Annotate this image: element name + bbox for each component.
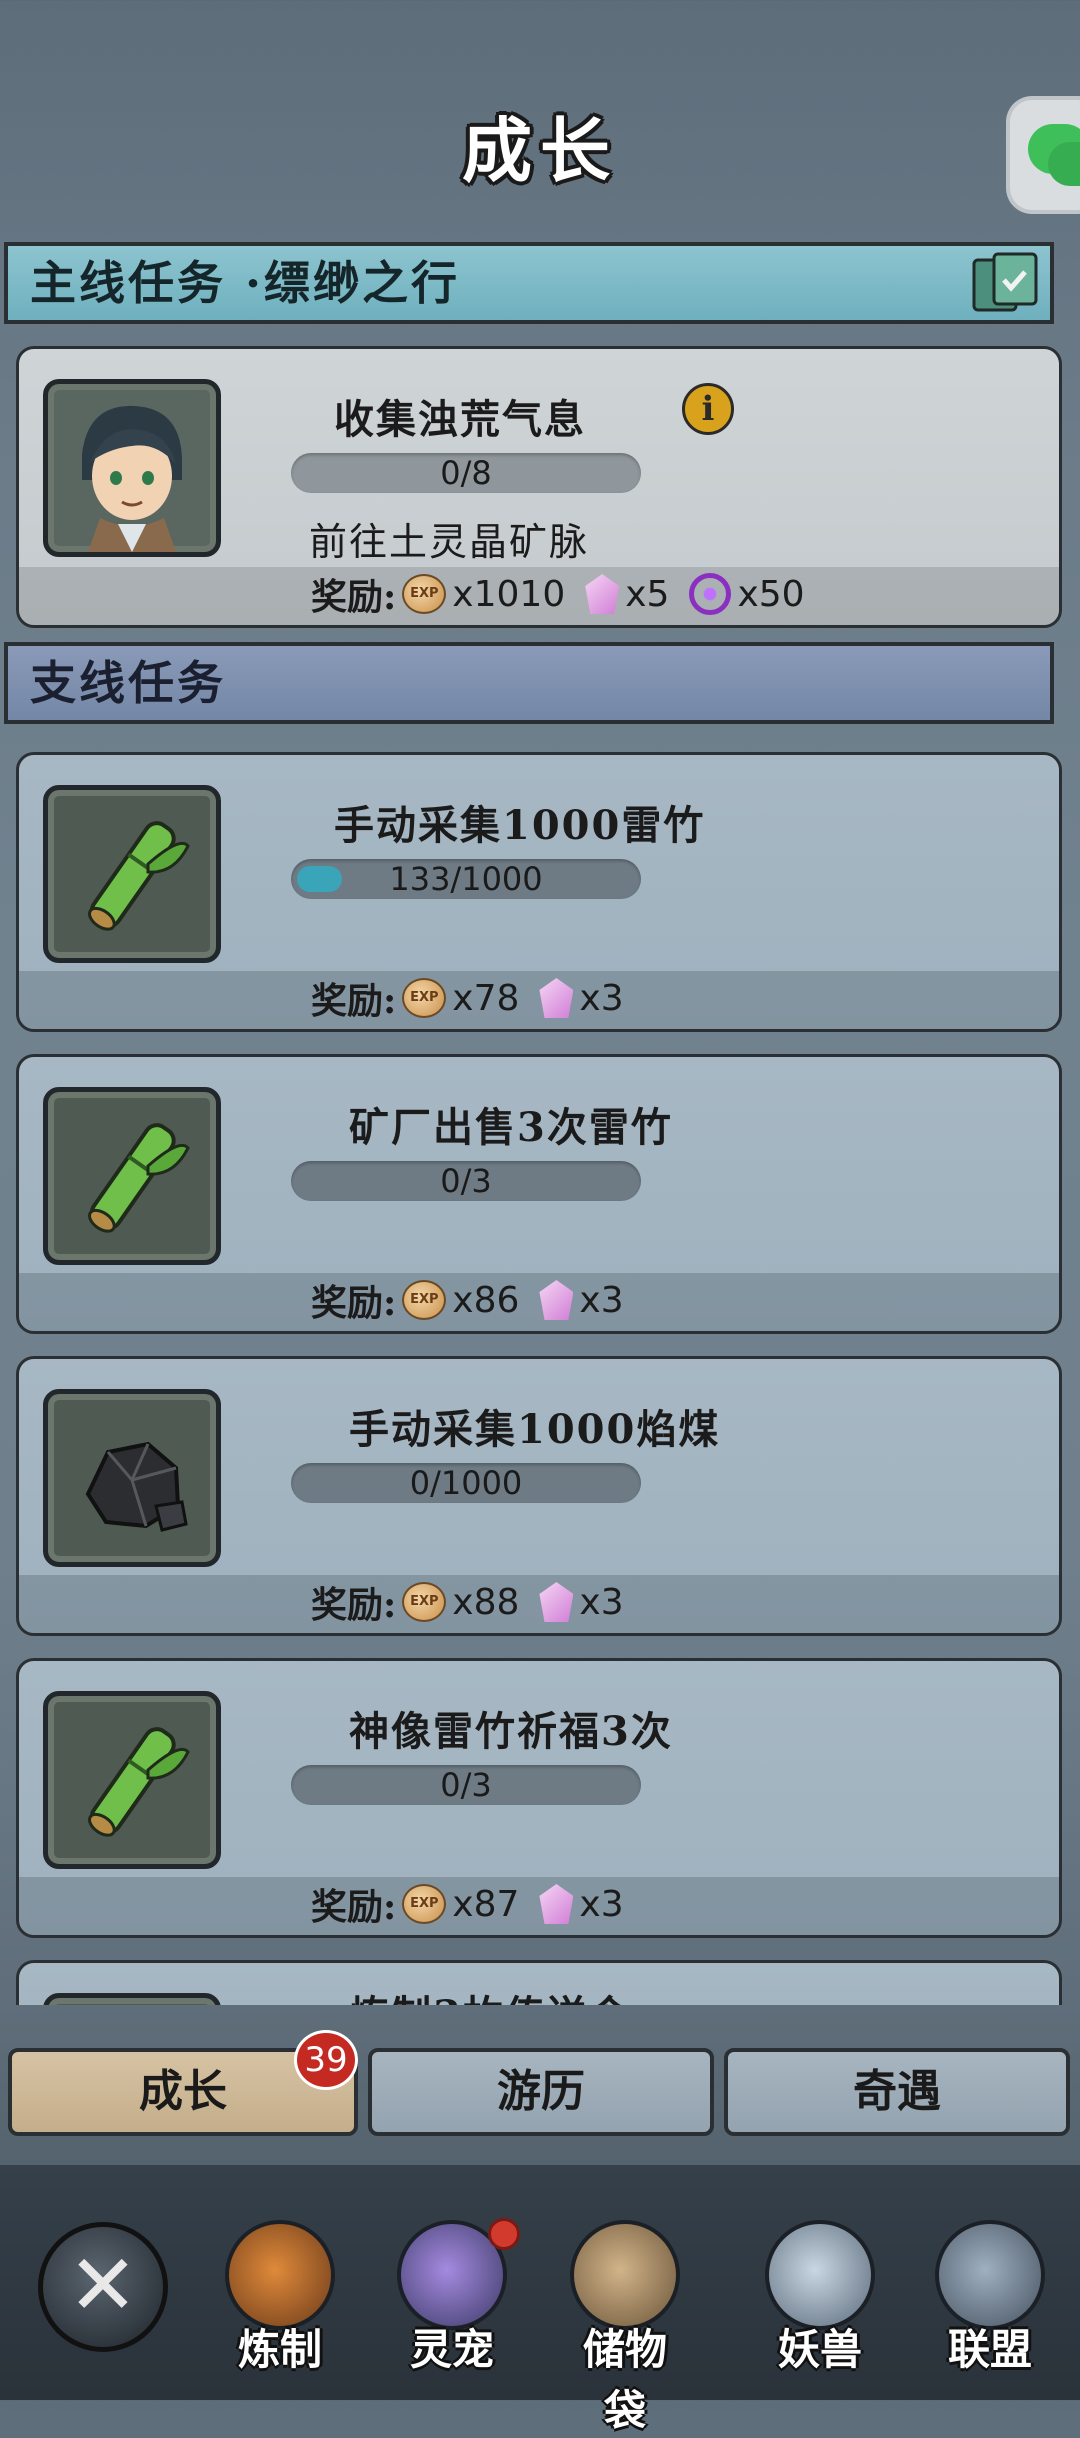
task-icon-frame [43, 1087, 221, 1265]
reward-gem-value: x5 [625, 573, 670, 615]
nav-storage-bag[interactable]: 储物袋 [565, 2220, 685, 2435]
progress-bar: 133/1000 [291, 859, 641, 899]
side-quest-card[interactable]: 手动采集1000雷竹 133/1000 奖励: EXP x78 x3 [16, 752, 1062, 1032]
hero-avatar-icon [82, 405, 182, 552]
page-title: 成长 [462, 109, 618, 192]
main-quest-header: 主线任务 ·缥缈之行 [4, 242, 1054, 324]
reward-gem-value: x3 [579, 1883, 624, 1925]
reward-row: 奖励: EXP x87 x3 [311, 1879, 638, 1929]
chat-button[interactable] [1010, 100, 1080, 210]
gem-icon [539, 978, 574, 1018]
nav-label: 灵宠 [409, 2325, 494, 2374]
task-icon-frame [43, 1389, 221, 1567]
reward-label: 奖励: [311, 1886, 397, 1928]
progress-text: 133/1000 [389, 860, 543, 898]
reward-exp-value: x88 [452, 1581, 520, 1623]
task-name: 手动采集1000焰煤 [349, 1406, 721, 1453]
main-quest-card[interactable]: 收集浊荒气息 i 0/8 前往土灵晶矿脉 奖励: EXP x1010 x5 x5… [16, 346, 1062, 628]
reward-exp-value: x86 [452, 1279, 520, 1321]
bamboo-icon [87, 1727, 190, 1837]
gem-icon [539, 1280, 574, 1320]
reward-exp-value: x78 [452, 977, 520, 1019]
progress-text: 0/3 [440, 1162, 492, 1200]
alliance-icon [935, 2220, 1045, 2330]
bamboo-icon [87, 1123, 190, 1233]
progress-bar: 0/3 [291, 1765, 641, 1805]
nav-label: 联盟 [947, 2325, 1032, 2374]
tab-encounter[interactable]: 奇遇 [724, 2048, 1070, 2136]
progress-bar: 0/1000 [291, 1463, 641, 1503]
task-name: 神像雷竹祈福3次 [349, 1708, 673, 1755]
reward-gem-value: x3 [579, 1279, 624, 1321]
notification-dot [488, 2218, 520, 2250]
side-quest-header: 支线任务 [4, 642, 1054, 724]
nav-forge[interactable]: 炼制 [220, 2220, 340, 2390]
side-quest-card[interactable]: 手动采集1000焰煤 0/1000 奖励: EXP x88 x3 [16, 1356, 1062, 1636]
progress-text: 0/1000 [409, 1464, 523, 1502]
task-name: 收集浊荒气息 [334, 396, 586, 443]
gem-icon [585, 574, 620, 614]
exp-icon: EXP [402, 574, 447, 614]
task-name: 手动采集1000雷竹 [334, 802, 706, 849]
reward-label: 奖励: [311, 576, 397, 618]
chat-bubble-icon-secondary [1048, 142, 1080, 186]
reward-label: 奖励: [311, 980, 397, 1022]
side-quest-card[interactable]: 矿厂出售3次雷竹 0/3 奖励: EXP x86 x3 [16, 1054, 1062, 1334]
quest-scroll-icon[interactable] [968, 250, 1042, 316]
nav-beast[interactable]: 妖兽 [760, 2220, 880, 2390]
swirl-icon [689, 573, 732, 615]
nav-alliance[interactable]: 联盟 [930, 2220, 1050, 2390]
exp-icon: EXP [402, 1582, 447, 1622]
reward-row: 奖励: EXP x86 x3 [311, 1275, 638, 1325]
task-name: 矿厂出售3次雷竹 [349, 1104, 673, 1151]
coal-icon [85, 1441, 188, 1532]
reward-row: 奖励: EXP x88 x3 [311, 1577, 638, 1627]
nav-label: 储物袋 [582, 2325, 667, 2435]
progress-bar: 0/8 [291, 453, 641, 493]
bamboo-icon [87, 821, 190, 931]
avatar [43, 379, 221, 557]
gem-icon [539, 1582, 574, 1622]
beast-icon [765, 2220, 875, 2330]
exp-icon: EXP [402, 1884, 447, 1924]
nav-label: 妖兽 [777, 2325, 862, 2374]
reward-gem-value: x3 [579, 1581, 624, 1623]
progress-text: 0/8 [440, 454, 492, 492]
forge-icon [225, 2220, 335, 2330]
progress-bar: 0/3 [291, 1161, 641, 1201]
task-icon-frame [43, 785, 221, 963]
gem-icon [539, 1884, 574, 1924]
side-quest-header-label: 支线任务 [30, 656, 226, 710]
main-quest-header-label: 主线任务 ·缥缈之行 [30, 256, 461, 310]
progress-text: 0/3 [440, 1766, 492, 1804]
info-icon[interactable]: i [682, 383, 734, 435]
storage-bag-icon [570, 2220, 680, 2330]
reward-row: 奖励: EXP x1010 x5 x50 [311, 569, 819, 619]
nav-label: 炼制 [237, 2325, 322, 2374]
exp-icon: EXP [402, 978, 447, 1018]
exp-icon: EXP [402, 1280, 447, 1320]
reward-exp-value: x87 [452, 1883, 520, 1925]
reward-swirl-value: x50 [737, 573, 805, 615]
notification-badge: 39 [294, 2030, 358, 2090]
reward-gem-value: x3 [579, 977, 624, 1019]
tab-travel[interactable]: 游历 [368, 2048, 714, 2136]
reward-row: 奖励: EXP x78 x3 [311, 973, 638, 1023]
task-description: 前往土灵晶矿脉 [309, 520, 590, 564]
reward-label: 奖励: [311, 1282, 397, 1324]
task-icon-frame [43, 1691, 221, 1869]
close-button[interactable]: ✕ [38, 2222, 168, 2352]
reward-label: 奖励: [311, 1584, 397, 1626]
reward-exp-value: x1010 [452, 573, 566, 615]
side-quest-card[interactable]: 神像雷竹祈福3次 0/3 奖励: EXP x87 x3 [16, 1658, 1062, 1938]
